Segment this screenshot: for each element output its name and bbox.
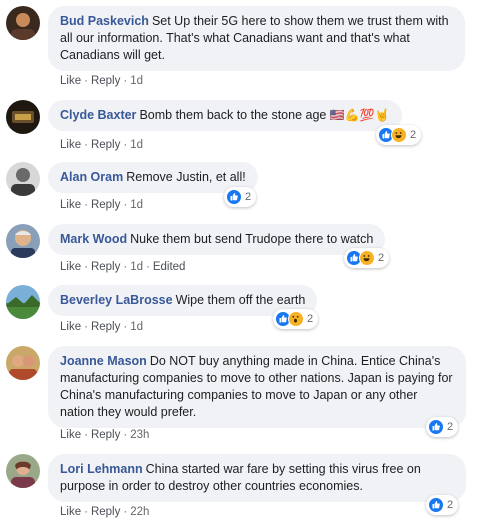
separator: ·: [84, 75, 88, 87]
reply-link[interactable]: Reply: [91, 261, 120, 273]
reaction-summary[interactable]: 2: [344, 248, 390, 268]
comment-author[interactable]: Bud Paskevich: [60, 14, 149, 28]
comment-author[interactable]: Lori Lehmann: [60, 462, 143, 476]
reaction-count: 2: [447, 421, 454, 433]
reply-link[interactable]: Reply: [91, 506, 120, 518]
comment: Clyde Baxter Bomb them back to the stone …: [6, 100, 474, 152]
comment: Mark Wood Nuke them but send Trudope ther…: [6, 224, 474, 276]
comment-bubble: Alan Oram Remove Justin, et all!: [48, 162, 258, 193]
haha-reaction-icon: [391, 127, 407, 143]
separator: ·: [84, 199, 88, 211]
comment: Alan Oram Remove Justin, et all! 2 Like · R…: [6, 162, 474, 214]
comment-emojis: 🇺🇸💪💯🤘: [329, 108, 390, 122]
comment-timestamp[interactable]: 1d: [130, 139, 143, 151]
avatar[interactable]: [6, 346, 40, 380]
separator: ·: [123, 75, 128, 87]
separator: ·: [123, 429, 128, 441]
comment-actions: Like · Reply · 1d: [60, 198, 143, 212]
reply-link[interactable]: Reply: [91, 75, 120, 87]
comment-author[interactable]: Beverley LaBrosse: [60, 293, 173, 307]
reaction-summary[interactable]: 2: [224, 187, 257, 207]
reaction-count: 2: [410, 129, 417, 141]
avatar[interactable]: [6, 100, 40, 134]
comment-text: Remove Justin, et all!: [126, 170, 246, 184]
comment-timestamp[interactable]: 23h: [130, 429, 149, 441]
separator: ·: [84, 321, 88, 333]
reaction-summary[interactable]: 2: [426, 417, 459, 437]
comment: Joanne Mason Do NOT buy anything made in …: [6, 346, 474, 444]
wow-reaction-icon: [288, 311, 304, 327]
comment-timestamp[interactable]: 22h: [130, 506, 149, 518]
comment: Beverley LaBrosse Wipe them off the earth…: [6, 285, 474, 337]
comment-text: Nuke them but send Trudope there to watc…: [130, 232, 374, 246]
reaction-count: 2: [378, 252, 385, 264]
comment-author[interactable]: Alan Oram: [60, 170, 123, 184]
comment-bubble: Lori Lehmann China started war fare by se…: [48, 454, 466, 502]
edited-link[interactable]: Edited: [153, 261, 186, 273]
comment-bubble: Joanne Mason Do NOT buy anything made in …: [48, 346, 466, 428]
comment: Lori Lehmann China started war fare by se…: [6, 454, 474, 520]
like-link[interactable]: Like: [60, 261, 81, 273]
avatar[interactable]: [6, 6, 40, 40]
reply-link[interactable]: Reply: [91, 429, 120, 441]
separator: ·: [123, 139, 128, 151]
haha-reaction-icon: [359, 250, 375, 266]
comment-author[interactable]: Joanne Mason: [60, 354, 147, 368]
comment-timestamp[interactable]: 1d: [130, 75, 143, 87]
comment-text: Bomb them back to the stone age: [139, 108, 327, 122]
like-link[interactable]: Like: [60, 321, 81, 333]
reply-link[interactable]: Reply: [91, 139, 120, 151]
comment-bubble: Mark Wood Nuke them but send Trudope ther…: [48, 224, 386, 255]
like-reaction-icon: [226, 189, 242, 205]
comment-bubble: Bud Paskevich Set Up their 5G here to sho…: [48, 6, 465, 71]
comment-actions: Like · Reply · 1d: [60, 320, 143, 334]
reply-link[interactable]: Reply: [91, 199, 120, 211]
comment-actions: Like · Reply · 1d: [60, 74, 143, 88]
separator: ·: [123, 199, 128, 211]
reaction-summary[interactable]: 2: [426, 495, 459, 515]
comment-actions: Like · Reply · 23h: [60, 428, 149, 442]
comment-bubble: Clyde Baxter Bomb them back to the stone …: [48, 100, 402, 131]
separator: ·: [84, 261, 88, 273]
like-reaction-icon: [428, 497, 444, 513]
comment-actions: Like · Reply · 1d · Edited: [60, 260, 185, 274]
reaction-count: 2: [245, 191, 252, 203]
reaction-count: 2: [307, 313, 314, 325]
reaction-summary[interactable]: 2: [273, 309, 319, 329]
separator: ·: [123, 506, 128, 518]
reply-link[interactable]: Reply: [91, 321, 120, 333]
comment-actions: Like · Reply · 1d: [60, 138, 143, 152]
like-link[interactable]: Like: [60, 75, 81, 87]
separator: ·: [84, 429, 88, 441]
like-link[interactable]: Like: [60, 199, 81, 211]
comment-author[interactable]: Clyde Baxter: [60, 108, 136, 122]
separator: ·: [146, 261, 150, 273]
comment-timestamp[interactable]: 1d: [130, 199, 143, 211]
avatar[interactable]: [6, 162, 40, 196]
reaction-count: 2: [447, 499, 454, 511]
avatar[interactable]: [6, 224, 40, 258]
comment-actions: Like · Reply · 22h: [60, 505, 149, 519]
separator: ·: [123, 261, 128, 273]
like-link[interactable]: Like: [60, 506, 81, 518]
separator: ·: [84, 139, 88, 151]
like-reaction-icon: [428, 419, 444, 435]
separator: ·: [123, 321, 128, 333]
like-link[interactable]: Like: [60, 139, 81, 151]
like-link[interactable]: Like: [60, 429, 81, 441]
separator: ·: [84, 506, 88, 518]
comment: Bud Paskevich Set Up their 5G here to sho…: [6, 6, 474, 88]
comment-timestamp[interactable]: 1d: [130, 321, 143, 333]
comment-text: Wipe them off the earth: [175, 293, 306, 307]
comment-author[interactable]: Mark Wood: [60, 232, 127, 246]
reaction-summary[interactable]: 2: [376, 125, 422, 145]
avatar[interactable]: [6, 285, 40, 319]
comment-timestamp[interactable]: 1d: [130, 261, 143, 273]
avatar[interactable]: [6, 454, 40, 488]
